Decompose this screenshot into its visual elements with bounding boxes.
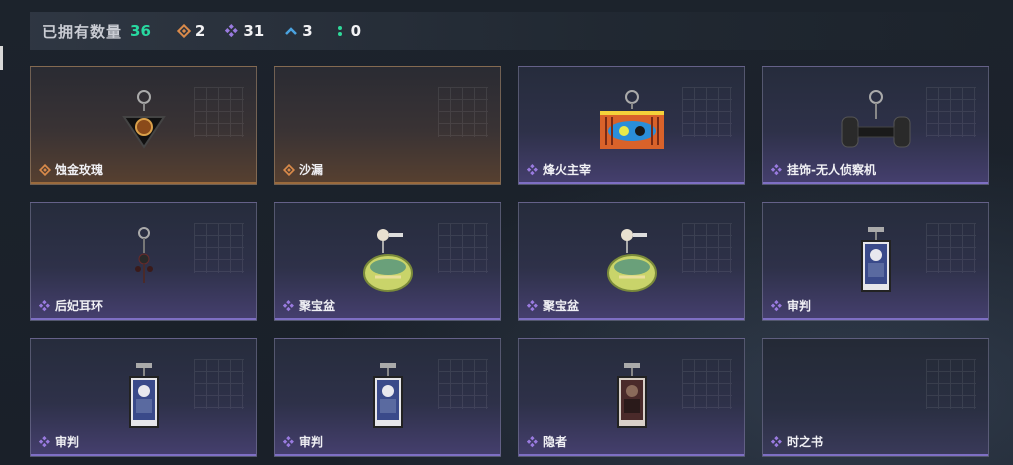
purple-diamond-icon — [225, 24, 239, 38]
rarity-bar — [275, 182, 500, 184]
rarity-bar — [763, 454, 988, 456]
card-grid-pattern — [682, 87, 732, 137]
item-label: 沙漏 — [283, 161, 323, 178]
item-name: 审判 — [787, 299, 812, 313]
purple-diamond-icon — [39, 435, 51, 448]
purple-diamond-icon — [39, 299, 51, 312]
card-grid-pattern — [438, 87, 488, 137]
card-grid-pattern — [682, 223, 732, 273]
owned-count: 36 — [130, 22, 151, 40]
purple-diamond-icon — [771, 435, 783, 448]
card-grid-pattern — [682, 359, 732, 409]
item-card[interactable]: 挂饰-无人侦察机 — [762, 66, 989, 185]
purple-diamond-icon — [527, 163, 539, 176]
purple-diamond-icon — [527, 299, 539, 312]
treasure-bowl-image — [597, 225, 667, 309]
item-card[interactable]: 隐者 — [518, 338, 745, 457]
item-card[interactable]: 后妃耳环 — [30, 202, 257, 321]
owned-label: 已拥有数量 — [42, 22, 123, 41]
item-name: 后妃耳环 — [55, 299, 104, 313]
drone-image — [834, 89, 918, 163]
item-name: 审判 — [55, 435, 80, 449]
card-judge-image — [856, 225, 896, 305]
item-name: 审判 — [299, 435, 324, 449]
purple-diamond-icon — [527, 435, 539, 448]
rarity-bar — [519, 454, 744, 456]
item-label: 聚宝盆 — [527, 297, 579, 314]
graffiti-box-image — [590, 89, 674, 163]
card-grid-pattern — [438, 223, 488, 273]
rose-charm-image — [114, 89, 174, 163]
rarity-bar — [275, 318, 500, 320]
item-card[interactable]: 聚宝盆 — [518, 202, 745, 321]
item-label: 后妃耳环 — [39, 297, 103, 314]
item-card[interactable]: 时之书 — [762, 338, 989, 457]
rarity-bar — [31, 454, 256, 456]
stat-blue-value: 3 — [302, 22, 313, 40]
purple-diamond-icon — [771, 163, 783, 176]
item-name: 烽火主宰 — [543, 163, 592, 177]
card-hermit-image — [612, 361, 652, 441]
rarity-bar — [31, 182, 256, 184]
gold-diamond-icon — [176, 24, 191, 38]
item-card[interactable]: 审判 — [274, 338, 501, 457]
purple-diamond-icon — [283, 299, 295, 312]
item-name: 时之书 — [787, 435, 824, 449]
item-name: 沙漏 — [299, 163, 324, 177]
earring-image — [124, 225, 164, 299]
gold-diamond-icon — [283, 163, 295, 176]
item-label: 审判 — [283, 433, 323, 450]
stat-purple: 31 — [225, 22, 264, 40]
rarity-bar — [763, 318, 988, 320]
card-grid-pattern — [194, 359, 244, 409]
side-edge-marker — [0, 46, 3, 70]
item-label: 聚宝盆 — [283, 297, 335, 314]
rarity-bar — [763, 182, 988, 184]
item-card[interactable]: 审判 — [762, 202, 989, 321]
inventory-header: 已拥有数量 36 2 31 3 0 — [30, 12, 990, 50]
item-label: 挂饰-无人侦察机 — [771, 161, 876, 178]
stat-purple-value: 31 — [243, 22, 265, 40]
item-name: 蚀金玫瑰 — [55, 163, 104, 177]
card-judge-image — [124, 361, 164, 441]
stat-green: 0 — [333, 22, 361, 40]
item-label: 审判 — [39, 433, 79, 450]
card-judge-image — [368, 361, 408, 441]
rarity-bar — [31, 318, 256, 320]
card-grid-pattern — [926, 359, 976, 409]
item-label: 时之书 — [771, 433, 823, 450]
purple-diamond-icon — [771, 299, 783, 312]
stat-green-value: 0 — [350, 22, 362, 40]
rarity-bar — [275, 454, 500, 456]
stat-blue: 3 — [284, 22, 313, 40]
stat-gold-value: 2 — [194, 22, 206, 40]
gold-diamond-icon — [39, 163, 51, 176]
blue-chevron-icon — [284, 24, 298, 38]
item-name: 挂饰-无人侦察机 — [787, 163, 876, 177]
item-name: 聚宝盆 — [299, 299, 336, 313]
card-grid-pattern — [926, 223, 976, 273]
item-label: 隐者 — [527, 433, 567, 450]
item-label: 蚀金玫瑰 — [39, 161, 103, 178]
item-name: 隐者 — [543, 435, 568, 449]
item-label: 审判 — [771, 297, 811, 314]
rarity-bar — [519, 182, 744, 184]
item-card[interactable]: 沙漏 — [274, 66, 501, 185]
rarity-bar — [519, 318, 744, 320]
card-grid-pattern — [438, 359, 488, 409]
purple-diamond-icon — [283, 435, 295, 448]
stat-gold: 2 — [176, 22, 206, 40]
green-dots-icon — [333, 24, 347, 38]
item-card[interactable]: 烽火主宰 — [518, 66, 745, 185]
item-name: 聚宝盆 — [543, 299, 580, 313]
item-card[interactable]: 蚀金玫瑰 — [30, 66, 257, 185]
item-label: 烽火主宰 — [527, 161, 591, 178]
item-card[interactable]: 审判 — [30, 338, 257, 457]
treasure-bowl-image — [353, 225, 423, 309]
card-grid-pattern — [194, 87, 244, 137]
card-grid-pattern — [194, 223, 244, 273]
card-grid-pattern — [926, 87, 976, 137]
item-card[interactable]: 聚宝盆 — [274, 202, 501, 321]
